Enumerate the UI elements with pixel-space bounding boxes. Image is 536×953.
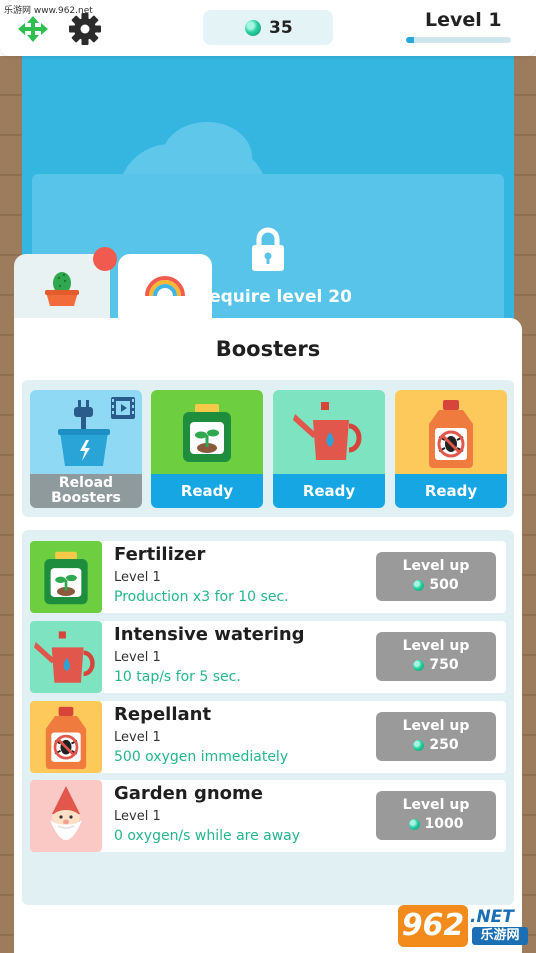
upgrade-level: Level 1	[114, 809, 161, 824]
upgrade-level: Level 1	[114, 650, 161, 665]
upgrade-level: Level 1	[114, 730, 161, 745]
move-arrows-icon[interactable]	[14, 14, 52, 44]
oxygen-bubble-icon	[413, 579, 425, 591]
watering-thumb	[30, 621, 102, 693]
upgrade-description: 10 tap/s for 5 sec.	[114, 669, 241, 685]
level-up-cost: 1000	[424, 816, 464, 832]
logo-number: 962	[398, 905, 468, 947]
level-up-cost: 250	[429, 737, 459, 753]
oxygen-counter: 35	[203, 10, 333, 45]
site-watermark-logo: 962 .NET 乐游网	[398, 903, 532, 949]
locked-requirement-text: Require level 20	[196, 287, 352, 307]
upgrade-description: 500 oxygen immediately	[114, 749, 289, 765]
upgrade-row-repellant: Repellant Level 1 500 oxygen immediately…	[30, 701, 506, 773]
reload-boosters-label: Reload Boosters	[30, 474, 142, 508]
oxygen-bubble-icon	[245, 20, 261, 36]
gnome-thumb	[30, 780, 102, 852]
reload-boosters-card[interactable]: Reload Boosters	[30, 390, 142, 508]
oxygen-bubble-icon	[413, 659, 425, 671]
fertilizer-bag-icon	[44, 551, 88, 605]
upgrade-row-garden-gnome: Garden gnome Level 1 0 oxygen/s while ar…	[30, 780, 506, 852]
gnome-level-up-button[interactable]: Level up 1000	[376, 791, 496, 840]
upgrade-name: Repellant	[114, 704, 212, 725]
rainbow-icon	[145, 276, 185, 297]
top-bar: 乐游网 www.962.net 35 Level 1	[0, 0, 536, 56]
oxygen-count: 35	[269, 18, 293, 38]
upgrade-description: Production x3 for 10 sec.	[114, 589, 289, 605]
upgrade-name: Garden gnome	[114, 783, 264, 804]
repellant-thumb	[30, 701, 102, 773]
repellant-bottle-icon	[45, 706, 87, 770]
upgrade-row-fertilizer: Fertilizer Level 1 Production x3 for 10 …	[30, 541, 506, 613]
repellant-booster-card[interactable]: Ready	[395, 390, 507, 508]
fertilizer-bag-icon	[183, 404, 231, 462]
notification-dot	[93, 247, 117, 271]
level-up-label: Level up	[402, 797, 470, 813]
watering-can-icon	[293, 402, 362, 460]
level-up-label: Level up	[402, 558, 470, 574]
fertilizer-booster-card[interactable]: Ready	[151, 390, 263, 508]
lock-icon	[252, 227, 284, 271]
garden-gnome-icon	[50, 786, 82, 840]
fertilizer-thumb	[30, 541, 102, 613]
upgrade-level: Level 1	[114, 570, 161, 585]
video-ad-icon	[111, 397, 135, 419]
upgrade-name: Intensive watering	[114, 624, 305, 645]
panel-title: Boosters	[215, 337, 321, 361]
watering-can-icon	[34, 631, 95, 683]
watering-ready-label: Ready	[273, 474, 385, 508]
logo-net: .NET	[470, 907, 514, 927]
level-up-label: Level up	[402, 718, 470, 734]
upgrade-row-intensive-watering: Intensive watering Level 1 10 tap/s for …	[30, 621, 506, 693]
level-progress-bar	[406, 37, 511, 43]
pot-plug-icon	[58, 400, 110, 466]
repellant-ready-label: Ready	[395, 474, 507, 508]
level-up-cost: 500	[429, 577, 459, 593]
level-up-cost: 750	[429, 657, 459, 673]
oxygen-bubble-icon	[413, 739, 425, 751]
repellant-level-up-button[interactable]: Level up 250	[376, 712, 496, 761]
upgrade-description: 0 oxygen/s while are away	[114, 828, 301, 844]
tab-boosters[interactable]	[118, 254, 212, 326]
cactus-pot-icon	[45, 272, 79, 306]
upgrade-name: Fertilizer	[114, 544, 206, 565]
oxygen-bubble-icon	[408, 818, 420, 830]
repellant-bottle-icon	[429, 400, 473, 468]
watering-level-up-button[interactable]: Level up 750	[376, 632, 496, 681]
fertilizer-level-up-button[interactable]: Level up 500	[376, 552, 496, 601]
player-level-label: Level 1	[425, 9, 502, 31]
level-progress-fill	[406, 37, 415, 43]
gear-icon[interactable]	[68, 12, 102, 46]
logo-chinese: 乐游网	[472, 927, 528, 945]
level-up-label: Level up	[402, 638, 470, 654]
watering-booster-card[interactable]: Ready	[273, 390, 385, 508]
fertilizer-ready-label: Ready	[151, 474, 263, 508]
